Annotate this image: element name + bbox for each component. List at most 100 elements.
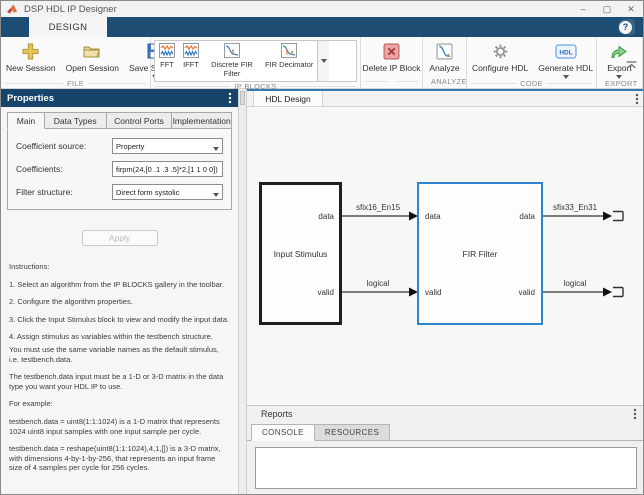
maximize-button[interactable]: ▢: [595, 1, 619, 17]
fir-filter-block[interactable]: FIR Filter data valid data valid: [417, 182, 543, 325]
discrete-fir-filter-icon: [224, 43, 240, 60]
chevron-down-icon: [213, 193, 219, 197]
tab-data-types[interactable]: Data Types: [44, 112, 107, 129]
tab-control-ports[interactable]: Control Ports: [106, 112, 173, 129]
port-data-out: data: [318, 212, 334, 221]
panel-splitter[interactable]: [239, 89, 247, 494]
toolstrip-group-ip-blocks: FFT IFFT Discrete FIR Filter FIR Decimat…: [151, 37, 361, 91]
delete-icon: [383, 41, 400, 61]
design-menu-button[interactable]: [635, 93, 639, 105]
gallery-item-fft[interactable]: FFT: [155, 41, 179, 81]
reports-menu-button[interactable]: [633, 408, 637, 420]
fir-filter-label: FIR Filter: [462, 248, 498, 259]
new-session-button[interactable]: New Session: [1, 41, 61, 73]
toolstrip-group-file: New Session Open Session Save Session FI…: [1, 37, 181, 88]
ifft-icon: [183, 43, 199, 60]
tab-implementation[interactable]: Implementation: [172, 112, 232, 129]
reports-header: Reports: [247, 406, 643, 422]
gallery-item-fir-decimator[interactable]: FIR Decimator: [261, 41, 317, 81]
app-window: DSP HDL IP Designer – ▢ ✕ DESIGN ? New S…: [0, 0, 644, 495]
gallery-item-discrete-fir-filter[interactable]: Discrete FIR Filter: [203, 41, 261, 81]
svg-text:HDL: HDL: [559, 49, 572, 56]
tab-console[interactable]: CONSOLE: [251, 424, 315, 441]
design-area: HDL Design sfix16_En15 logical sfix33_En…: [247, 89, 643, 494]
port-data-out: data: [519, 212, 535, 221]
toolstrip-group-code: Configure HDL HDL Generate HDL CODE: [467, 37, 597, 88]
instructions-heading: Instructions:: [9, 262, 50, 271]
signal-label-data-in: sfix16_En15: [356, 203, 401, 212]
signal-label-data-out: sfix33_En31: [553, 203, 598, 212]
minimize-button[interactable]: –: [571, 1, 595, 17]
filter-structure-select[interactable]: Direct form systolic: [112, 184, 223, 200]
analyze-group-label: ANALYZE: [431, 77, 467, 86]
tab-resources[interactable]: RESOURCES: [314, 424, 391, 441]
open-session-button[interactable]: Open Session: [61, 41, 124, 73]
apply-button[interactable]: Apply: [81, 230, 158, 246]
ip-blocks-gallery: FFT IFFT Discrete FIR Filter FIR Decimat…: [154, 40, 357, 82]
gear-icon: [492, 41, 509, 61]
arrowhead-icon: [603, 211, 612, 221]
coefficient-source-select[interactable]: Property: [112, 138, 223, 154]
coefficient-source-label: Coefficient source:: [16, 141, 87, 151]
hdl-badge-icon: HDL: [555, 41, 577, 61]
properties-panel-header: Properties: [1, 89, 238, 107]
reports-panel: Reports CONSOLE RESOURCES: [247, 405, 643, 494]
properties-form: Coefficient source: Property Coefficient…: [7, 128, 232, 210]
toolstrip-group-analyze: Analyze ANALYZE: [423, 37, 467, 88]
gallery-item-ifft[interactable]: IFFT: [179, 41, 203, 81]
properties-menu-button[interactable]: [228, 92, 232, 104]
signal-label-valid-in: logical: [367, 279, 390, 288]
input-stimulus-block[interactable]: Input Stimulus data valid: [259, 182, 342, 325]
properties-tab-bar: Main Data Types Control Ports Implementa…: [7, 112, 232, 129]
close-button[interactable]: ✕: [619, 1, 643, 17]
ribbon-tab-strip: DESIGN ?: [1, 17, 643, 37]
toolstrip-group-delete: Delete IP Block: [361, 37, 423, 88]
toolstrip: New Session Open Session Save Session FI…: [1, 37, 643, 91]
fft-icon: [159, 43, 175, 60]
port-valid-out: valid: [317, 288, 334, 297]
filter-structure-label: Filter structure:: [16, 187, 73, 197]
properties-title: Properties: [7, 92, 54, 104]
console-output[interactable]: [255, 447, 637, 489]
instructions-text: Instructions: 1. Select an algorithm fro…: [9, 262, 230, 473]
help-button[interactable]: ?: [618, 19, 635, 35]
reports-title: Reports: [261, 409, 293, 419]
analyze-button[interactable]: Analyze: [424, 41, 464, 73]
tab-design[interactable]: DESIGN: [29, 17, 107, 37]
port-valid-in: valid: [425, 288, 442, 297]
help-icon: ?: [619, 20, 632, 34]
document-tab-bar: HDL Design: [247, 89, 643, 107]
configure-hdl-button[interactable]: Configure HDL: [467, 41, 533, 73]
new-session-plus-icon: [22, 41, 39, 61]
generate-hdl-button[interactable]: HDL Generate HDL: [533, 41, 598, 79]
tab-main[interactable]: Main: [7, 112, 45, 129]
analyze-plot-icon: [436, 41, 453, 61]
properties-panel: Properties Main Data Types Control Ports…: [1, 89, 239, 494]
delete-ip-block-button[interactable]: Delete IP Block: [358, 41, 426, 73]
gallery-dropdown-icon: [320, 59, 327, 63]
matlab-logo-icon: [7, 4, 18, 14]
tab-hdl-design[interactable]: HDL Design: [253, 91, 323, 106]
output-terminator-icon[interactable]: [613, 286, 624, 298]
collapse-toolstrip-button[interactable]: [626, 56, 637, 74]
hdl-design-canvas[interactable]: sfix16_En15 logical sfix33_En31 logical …: [247, 107, 643, 405]
arrowhead-icon: [603, 287, 612, 297]
input-stimulus-label: Input Stimulus: [273, 248, 328, 259]
open-folder-icon: [83, 41, 101, 61]
port-valid-out: valid: [518, 288, 535, 297]
reports-tab-bar: CONSOLE RESOURCES: [247, 422, 643, 441]
fir-decimator-icon: [281, 43, 298, 60]
output-terminator-icon[interactable]: [613, 210, 624, 222]
signal-label-valid-out: logical: [564, 279, 587, 288]
coefficients-label: Coefficients:: [16, 164, 63, 174]
gallery-dropdown-button[interactable]: [317, 41, 330, 81]
file-group-label: FILE: [66, 79, 85, 88]
chevron-down-icon: [213, 147, 219, 151]
coefficients-input[interactable]: [112, 161, 223, 177]
window-title: DSP HDL IP Designer: [24, 3, 117, 15]
title-bar: DSP HDL IP Designer – ▢ ✕: [1, 1, 643, 17]
code-group-label: CODE: [520, 79, 543, 88]
port-data-in: data: [425, 212, 441, 221]
export-group-label: EXPORT: [605, 79, 638, 88]
splitter-handle-icon[interactable]: [240, 91, 245, 105]
